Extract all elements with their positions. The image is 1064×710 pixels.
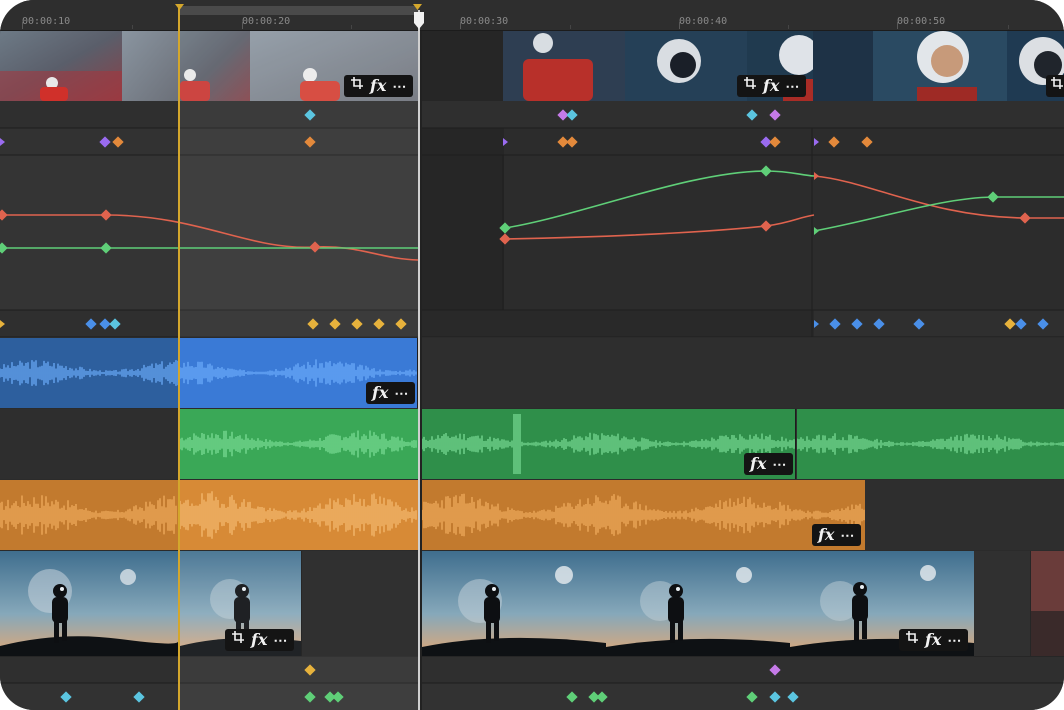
fx-icon[interactable]: fx — [925, 629, 941, 651]
timeline-panel: 00:00:10 00:00:20 00:00:30 00:00:40 00:0… — [0, 0, 1064, 710]
audio-clip-green-2[interactable] — [797, 409, 1064, 479]
selection-range-bar[interactable] — [180, 6, 418, 15]
waveform-path — [0, 359, 417, 387]
waveform — [180, 430, 417, 458]
ruler-tick — [897, 22, 898, 29]
waveform-path — [422, 493, 865, 537]
more-icon[interactable]: ⋯ — [273, 629, 288, 651]
audio-clip-orange-2[interactable]: fx ⋯ — [422, 480, 865, 550]
clip-toolbar: fx ⋯ — [737, 75, 807, 97]
time-ruler[interactable]: 00:00:10 00:00:20 00:00:30 00:00:40 00:0… — [0, 0, 1064, 31]
fx-icon[interactable]: fx — [818, 524, 834, 546]
clip-toolbar: fx ⋯ — [812, 524, 862, 546]
playhead-handle-icon[interactable] — [413, 12, 425, 30]
fx-icon[interactable]: fx — [370, 75, 386, 97]
more-icon[interactable]: ⋯ — [947, 629, 962, 651]
keyframe-area-bottom — [0, 656, 1064, 710]
clip-toolbar: fx ⋯ — [225, 629, 295, 651]
video-clip-red-rocks[interactable]: fx ⋯ — [0, 31, 418, 101]
waveform-path — [0, 495, 177, 535]
more-icon[interactable]: ⋯ — [772, 453, 787, 475]
waveform — [0, 359, 417, 387]
waveform-path — [422, 414, 795, 474]
waveform — [797, 433, 1064, 455]
audio-clip-green[interactable]: fx ⋯ — [422, 409, 796, 479]
ruler-tick — [788, 25, 789, 29]
ruler-tick — [1008, 25, 1009, 29]
ruler-label: 00:00:10 — [22, 16, 71, 27]
audio-clip-green-selected[interactable] — [180, 409, 418, 479]
keyframe-area — [0, 101, 1064, 337]
ruler-label: 00:00:40 — [679, 16, 728, 27]
crop-icon[interactable] — [743, 75, 757, 97]
selection-start-marker[interactable] — [175, 4, 184, 14]
waveform — [422, 414, 795, 474]
ruler-tick — [132, 25, 133, 29]
audio-track-green: fx ⋯ — [0, 409, 1064, 479]
ruler-tick — [679, 22, 680, 29]
ruler-label: 00:00:50 — [897, 16, 946, 27]
video-track-2: fx ⋯ fx ⋯ — [0, 551, 1064, 656]
ruler-tick — [460, 22, 461, 29]
crop-icon[interactable] — [905, 629, 919, 651]
crop-icon[interactable] — [350, 75, 364, 97]
audio-track-orange: fx ⋯ — [0, 480, 1064, 550]
waveform-path — [797, 433, 1064, 455]
ruler-label: 00:00:20 — [242, 16, 291, 27]
fx-icon[interactable]: fx — [763, 75, 779, 97]
video-track-1: fx ⋯ fx ⋯ — [0, 31, 1064, 101]
clip-toolbar: fx ⋯ — [899, 629, 969, 651]
waveform — [0, 495, 177, 535]
fx-icon[interactable]: fx — [251, 629, 267, 651]
waveform — [422, 493, 865, 537]
ruler-tick — [570, 25, 571, 29]
audio-clip-orange-selected[interactable] — [180, 480, 418, 550]
waveform-path — [180, 430, 417, 458]
clip-toolbar: fx ⋯ — [366, 382, 416, 404]
audio-clip-blue[interactable]: fx ⋯ — [0, 338, 418, 408]
clip-toolbar: fx ⋯ — [744, 453, 794, 475]
audio-track-blue: fx ⋯ — [0, 338, 1064, 408]
ruler-tick — [351, 25, 352, 29]
fx-icon[interactable]: fx — [372, 382, 388, 404]
selection-start-handle[interactable] — [178, 6, 180, 710]
fx-icon[interactable]: fx — [750, 453, 766, 475]
clip-toolbar: fx ⋯ — [344, 75, 414, 97]
waveform — [180, 491, 417, 539]
more-icon[interactable]: ⋯ — [840, 524, 855, 546]
clip-toolbar-partial — [1046, 75, 1064, 97]
crop-icon[interactable] — [1050, 75, 1064, 97]
more-icon[interactable]: ⋯ — [785, 75, 800, 97]
audio-clip-orange[interactable] — [0, 480, 178, 550]
ruler-tick — [22, 22, 23, 29]
ruler-label: 00:00:30 — [460, 16, 509, 27]
video-clip-helmet[interactable]: fx ⋯ — [503, 31, 1064, 101]
playhead-line[interactable] — [418, 10, 420, 710]
more-icon[interactable]: ⋯ — [392, 75, 407, 97]
more-icon[interactable]: ⋯ — [394, 382, 409, 404]
waveform-path — [180, 491, 417, 539]
crop-icon[interactable] — [231, 629, 245, 651]
ruler-tick — [242, 22, 243, 29]
